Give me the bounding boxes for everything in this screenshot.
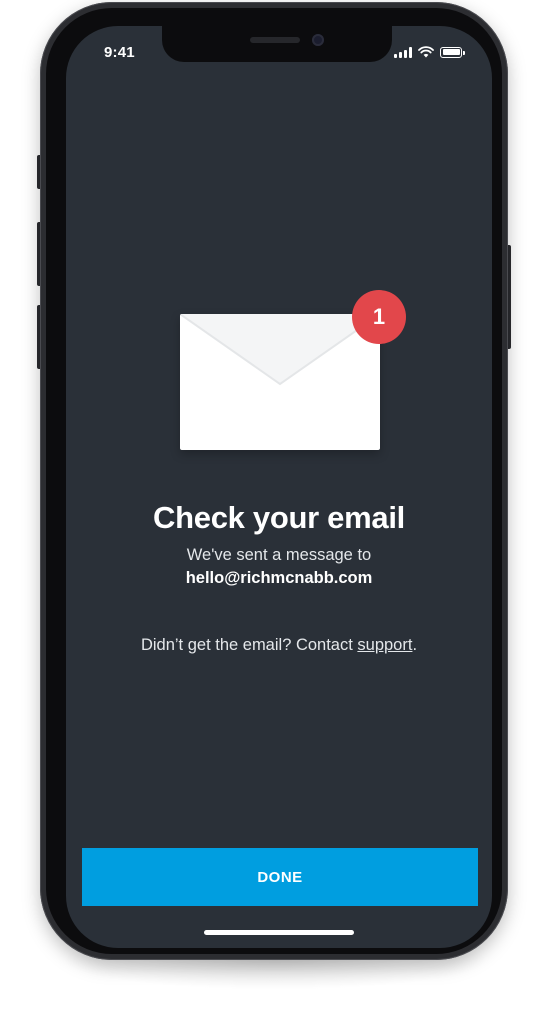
canvas: 9:41 1 Check your email We've sent a mes… (0, 0, 546, 1024)
notch (162, 26, 392, 62)
phone-bezel: 9:41 1 Check your email We've sent a mes… (46, 8, 502, 954)
email-address: hello@richmcnabb.com (185, 569, 373, 587)
screen: 9:41 1 Check your email We've sent a mes… (66, 26, 492, 948)
camera (312, 34, 324, 46)
home-indicator[interactable] (204, 930, 354, 935)
status-time: 9:41 (104, 44, 135, 61)
page-title: Check your email (153, 500, 405, 535)
signal-icon (394, 46, 412, 58)
done-button[interactable]: DONE (82, 848, 478, 906)
envelope-icon (180, 314, 380, 450)
battery-icon (440, 46, 465, 58)
wifi-icon (418, 46, 434, 58)
support-link[interactable]: support (357, 636, 412, 654)
status-icons (394, 46, 465, 58)
sent-message-text: We've sent a message to (186, 546, 372, 564)
notification-badge: 1 (352, 290, 406, 344)
speaker (250, 37, 300, 43)
help-prefix: Didn’t get the email? Contact (140, 636, 358, 654)
envelope-illustration (180, 314, 380, 450)
phone-frame: 9:41 1 Check your email We've sent a mes… (40, 2, 508, 960)
help-text: Didn’t get the email? Contact support. (66, 636, 492, 655)
help-suffix: . (412, 636, 418, 654)
